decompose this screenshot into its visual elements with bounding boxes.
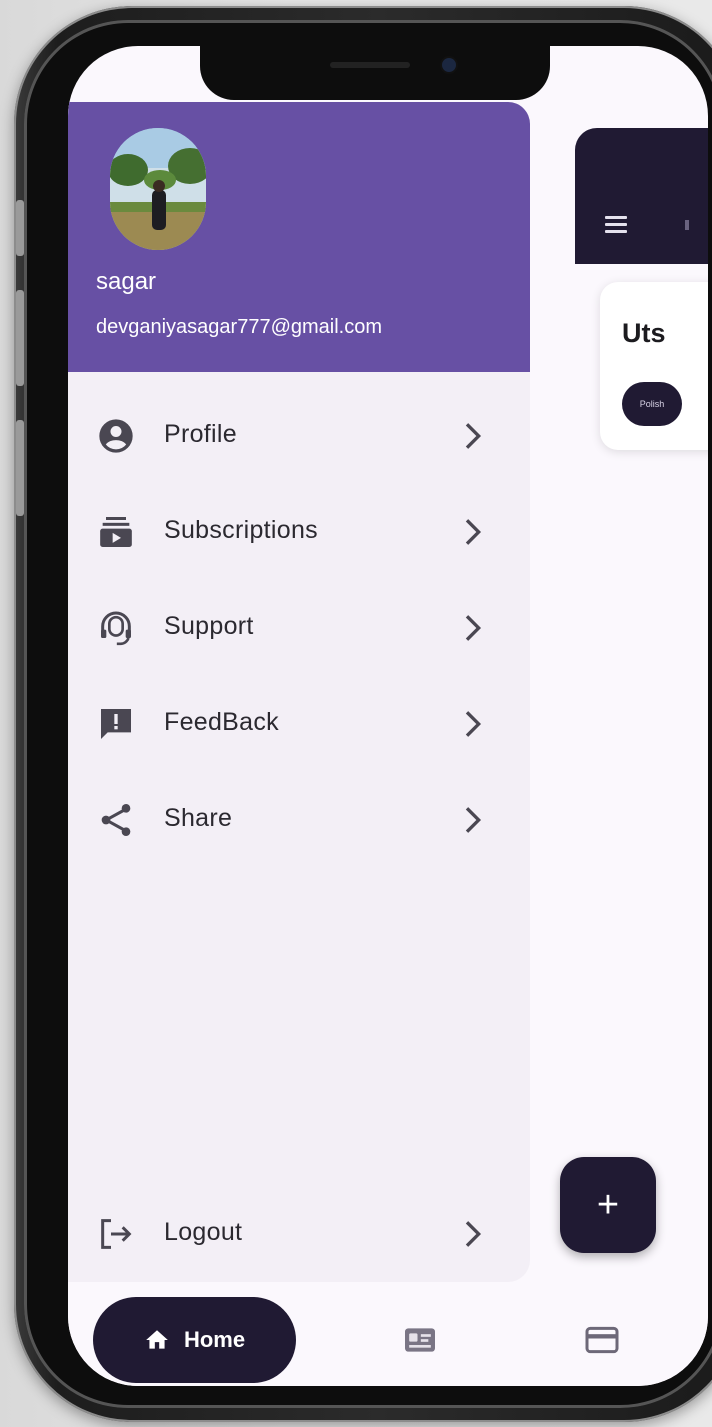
bottom-navigation: Home: [68, 1282, 708, 1386]
phone-side-button: [16, 200, 24, 256]
chevron-right-icon: [465, 807, 482, 833]
event-card-chip[interactable]: Polish: [622, 382, 682, 426]
chevron-right-icon: [465, 711, 482, 737]
account-circle-icon: [99, 419, 133, 453]
phone-volume-up-button: [16, 290, 24, 386]
drawer-item-label: Share: [164, 804, 233, 832]
drawer-item-support[interactable]: Support: [68, 588, 530, 668]
camera: [442, 58, 456, 72]
speaker: [330, 62, 410, 68]
share-icon: [101, 804, 131, 836]
feedback-icon: [101, 709, 131, 739]
menu-icon[interactable]: [605, 216, 627, 237]
drawer-item-profile[interactable]: Profile: [68, 396, 530, 476]
avatar[interactable]: [110, 128, 206, 250]
drawer-item-label: FeedBack: [164, 708, 279, 736]
phone-volume-down-button: [16, 420, 24, 516]
nav-id-card-button[interactable]: [400, 1320, 440, 1360]
nav-payment-button[interactable]: [582, 1320, 622, 1360]
app-bar-title-fragment: [685, 220, 689, 230]
chevron-right-icon: [465, 423, 482, 449]
support-agent-icon: [101, 611, 131, 646]
add-button[interactable]: +: [560, 1157, 656, 1253]
drawer-header: sagar devganiyasagar777@gmail.com: [68, 102, 530, 372]
navigation-drawer: sagar devganiyasagar777@gmail.com Profil…: [68, 102, 530, 1282]
chevron-right-icon: [465, 615, 482, 641]
drawer-item-label: Subscriptions: [164, 516, 318, 544]
chevron-right-icon: [465, 1221, 482, 1247]
drawer-item-label: Support: [164, 612, 254, 640]
event-card[interactable]: Uts Polish: [600, 282, 708, 450]
user-name: sagar: [96, 268, 157, 295]
subscriptions-icon: [100, 517, 132, 547]
nav-home-button[interactable]: Home: [93, 1297, 296, 1383]
notch: [200, 46, 550, 100]
avatar-photo: [110, 128, 206, 250]
home-icon: [146, 1330, 168, 1349]
drawer-item-label: Profile: [164, 420, 237, 448]
drawer-item-share[interactable]: Share: [68, 780, 530, 860]
drawer-item-label: Logout: [164, 1218, 243, 1246]
drawer-item-feedback[interactable]: FeedBack: [68, 684, 530, 764]
phone-screen: Uts Polish + Home sagar devganiyasagar77…: [68, 46, 708, 1386]
drawer-item-logout[interactable]: Logout: [68, 1194, 530, 1274]
chevron-right-icon: [465, 519, 482, 545]
drawer-item-subscriptions[interactable]: Subscriptions: [68, 492, 530, 572]
id-card-icon: [405, 1328, 435, 1352]
app-bar: [575, 128, 708, 264]
nav-home-label: Home: [183, 1327, 246, 1352]
event-card-title: Uts: [622, 318, 666, 348]
user-email: devganiyasagar777@gmail.com: [96, 316, 383, 338]
payment-card-icon: [585, 1326, 619, 1354]
logout-icon: [101, 1219, 132, 1249]
